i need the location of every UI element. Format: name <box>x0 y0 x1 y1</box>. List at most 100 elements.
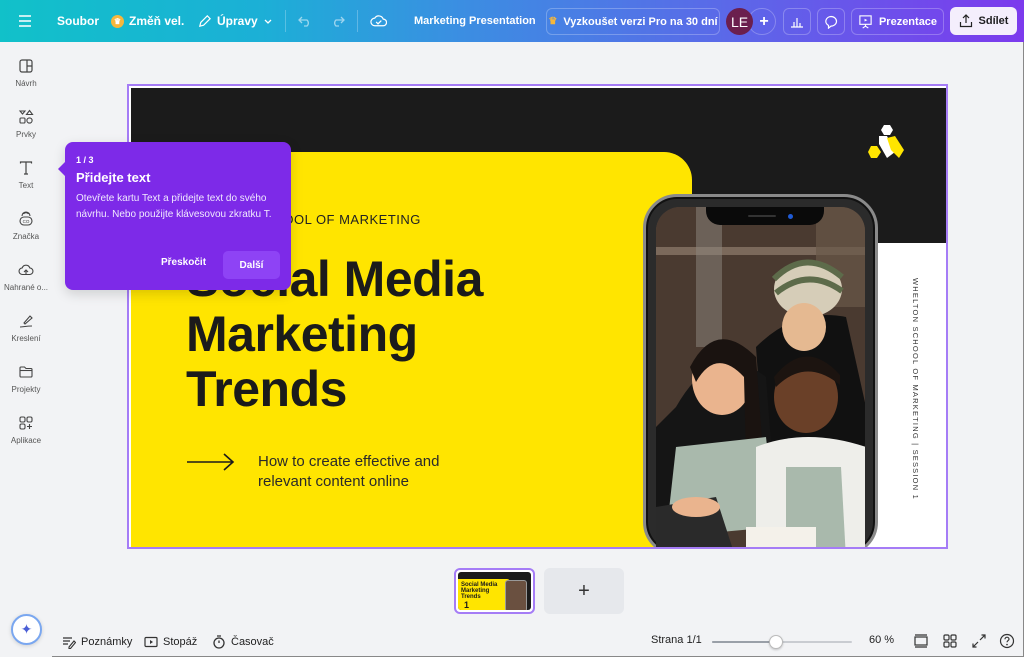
file-label: Soubor <box>57 14 99 28</box>
pro-trial-label: Vyzkoušet verzi Pro na 30 dní <box>563 15 718 28</box>
page-thumbnail-preview: Social Media Marketing Trends 1 <box>458 572 531 610</box>
sidebar-item-label: Prvky <box>16 130 36 139</box>
draw-icon <box>19 315 33 328</box>
timer-label: Časovač <box>231 636 274 648</box>
divider <box>285 10 286 32</box>
page-indicator: Strana 1/1 <box>651 634 702 646</box>
slide-title-line: Marketing <box>186 306 418 362</box>
folder-icon <box>19 366 33 378</box>
bar-chart-icon <box>791 17 803 28</box>
cloud-check-icon <box>370 15 387 27</box>
edit-label: Úpravy <box>217 14 258 28</box>
canva-editor: Soubor ♛ Změň vel. Úpravy Marketing Pres… <box>0 0 1024 657</box>
pencil-icon <box>198 14 211 27</box>
zoom-slider-handle[interactable] <box>769 635 784 649</box>
sidebar-item-label: Nahrané o... <box>3 283 49 292</box>
add-page-button[interactable]: + <box>544 568 624 614</box>
slide-subtitle-line: How to create effective and <box>258 453 440 470</box>
sidebar-item-projects[interactable]: Projekty <box>0 364 52 410</box>
document-title[interactable]: Marketing Presentation <box>414 0 536 42</box>
photo-three-people-laptop <box>656 207 865 547</box>
crown-icon: ♛ <box>548 16 558 27</box>
apps-icon <box>19 416 33 430</box>
slide-vertical-caption[interactable]: WHELTON SCHOOL OF MARKETING | SESSION 1 <box>900 278 920 508</box>
present-label: Prezentace <box>878 15 938 28</box>
help-icon[interactable] <box>999 633 1015 649</box>
share-button[interactable]: Sdílet <box>950 7 1017 35</box>
redo-icon <box>334 16 345 27</box>
insights-button[interactable] <box>783 8 811 35</box>
sidebar-item-label: Projekty <box>11 385 41 394</box>
sidebar-item-label: Kreslení <box>11 334 41 343</box>
sidebar-item-apps[interactable]: Aplikace <box>0 415 52 461</box>
text-icon <box>19 161 33 175</box>
sidebar-item-draw[interactable]: Kreslení <box>0 313 52 359</box>
slide-subtitle-line: relevant content online <box>258 473 409 490</box>
skip-tour-button[interactable]: Přeskočit <box>161 257 206 268</box>
sidebar-item-uploads[interactable]: Nahrané o... <box>0 262 52 308</box>
share-label: Sdílet <box>978 15 1009 27</box>
present-button[interactable]: Prezentace <box>851 8 944 35</box>
brand-logo-icon[interactable] <box>867 124 907 160</box>
avatar[interactable]: LE <box>726 8 753 35</box>
timer-button[interactable]: Časovač <box>212 632 274 652</box>
comments-button[interactable] <box>817 8 845 35</box>
zoom-slider[interactable] <box>712 635 852 649</box>
save-status-button[interactable] <box>370 0 387 42</box>
sidebar-item-label: Text <box>18 181 34 190</box>
thumbnail-title: Social Media Marketing Trends <box>461 582 498 600</box>
page-thumbnail[interactable]: Social Media Marketing Trends 1 <box>454 568 535 614</box>
arrow-right-icon[interactable] <box>186 452 236 472</box>
zoom-slider-fill <box>712 641 777 643</box>
next-step-button[interactable]: Další <box>223 251 280 279</box>
photo-illustration <box>656 207 865 547</box>
brand-icon: CO <box>19 211 33 226</box>
magic-assistant-button[interactable]: ✦ <box>11 614 42 645</box>
main-menu-button[interactable] <box>18 0 32 42</box>
slide-subtitle[interactable]: How to create effective and relevant con… <box>258 452 440 492</box>
resize-button[interactable]: ♛ Změň vel. <box>111 0 184 42</box>
sidebar-item-brand[interactable]: CO Značka <box>0 211 52 257</box>
grid-view-icon[interactable] <box>942 633 958 649</box>
crown-icon: ♛ <box>111 14 124 28</box>
zoom-percentage[interactable]: 60 % <box>869 634 894 646</box>
presentation-icon <box>859 15 872 29</box>
document-title-text: Marketing Presentation <box>414 15 536 27</box>
stopwatch-icon <box>213 635 225 649</box>
sidebar-item-label: Návrh <box>15 79 37 88</box>
phone-mockup-image[interactable] <box>643 194 878 547</box>
sidebar-item-label: Značka <box>12 232 40 241</box>
play-screen-icon <box>144 636 158 648</box>
undo-button[interactable] <box>298 0 312 42</box>
comment-icon <box>825 15 838 29</box>
tooltip-step-counter: 1 / 3 <box>76 155 94 165</box>
slide-title-line: Trends <box>186 361 347 417</box>
layout-icon <box>19 59 33 73</box>
divider <box>357 10 358 32</box>
sparkle-icon: ✦ <box>20 621 33 637</box>
redo-button[interactable] <box>331 0 345 42</box>
footage-button[interactable]: Stopáž <box>144 632 197 652</box>
left-sidebar: Návrh Prvky Text CO Značka Nahrané o... … <box>0 42 52 657</box>
chevron-down-icon <box>264 19 272 24</box>
phone-notch <box>706 207 824 225</box>
file-menu-button[interactable]: Soubor <box>57 0 99 42</box>
sidebar-item-elements[interactable]: Prvky <box>0 109 52 155</box>
footage-label: Stopáž <box>163 636 198 648</box>
pro-trial-button[interactable]: ♛ Vyzkoušet verzi Pro na 30 dní <box>546 8 720 35</box>
upload-cloud-icon <box>18 264 34 276</box>
top-toolbar: Soubor ♛ Změň vel. Úpravy Marketing Pres… <box>0 0 1024 42</box>
resize-label: Změň vel. <box>129 14 185 28</box>
page-number: 1 <box>464 600 470 610</box>
sidebar-item-design[interactable]: Návrh <box>0 58 52 104</box>
sidebar-item-text[interactable]: Text <box>0 160 52 206</box>
edit-menu-button[interactable]: Úpravy <box>197 0 273 42</box>
fullscreen-icon[interactable] <box>971 633 987 649</box>
svg-text:CO: CO <box>23 219 30 224</box>
sidebar-item-label: Aplikace <box>10 436 42 445</box>
notes-icon <box>63 637 76 649</box>
undo-icon <box>298 16 309 27</box>
notes-button[interactable]: Poznámky <box>62 632 132 652</box>
tooltip-body: Otevřete kartu Text a přidejte text do s… <box>76 193 272 220</box>
page-view-icon[interactable] <box>913 633 929 649</box>
